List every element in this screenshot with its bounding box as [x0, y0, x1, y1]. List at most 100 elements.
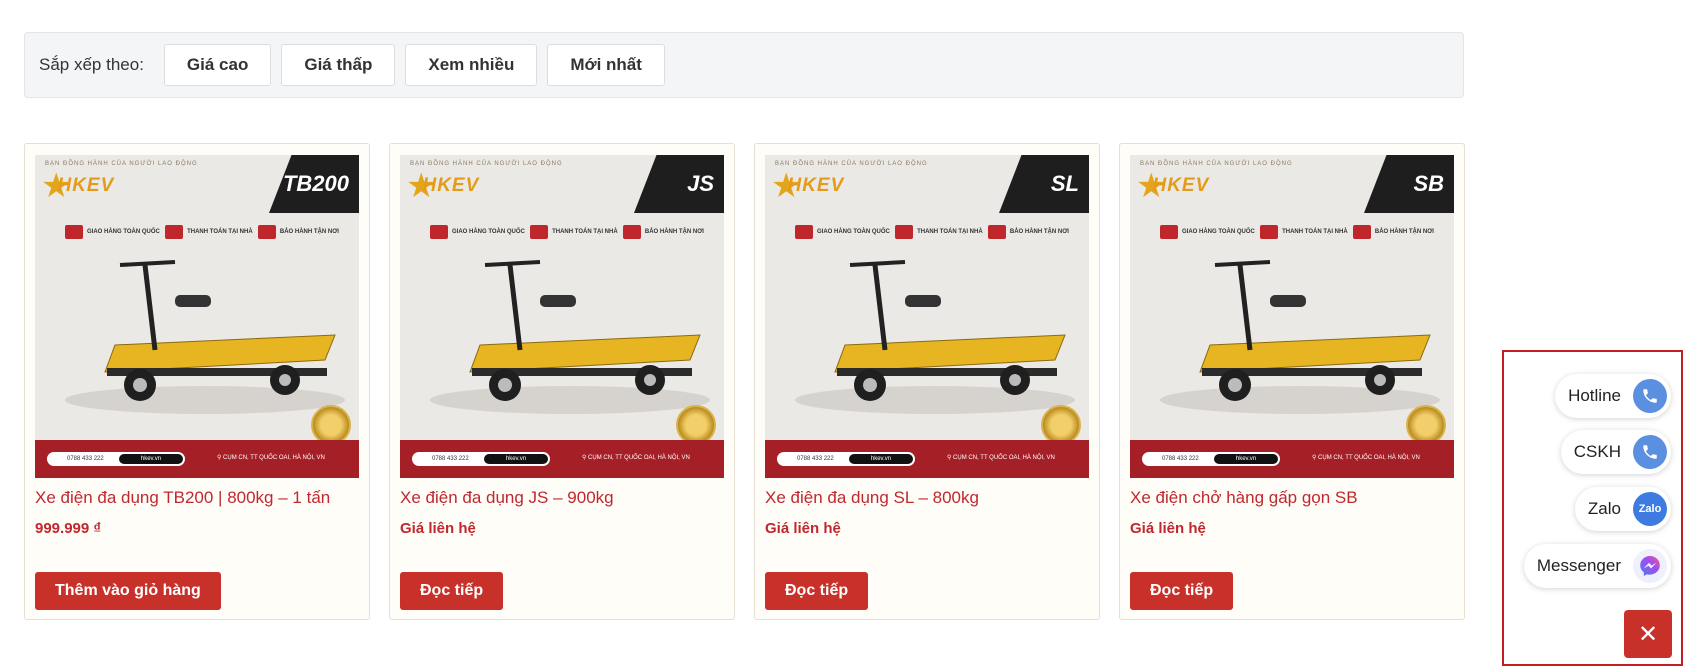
benefit-text: THANH TOÁN TẠI NHÀ — [1282, 229, 1348, 235]
close-contact-button[interactable]: ✕ — [1624, 610, 1672, 658]
steering-column — [142, 264, 158, 351]
sort-most-viewed-button[interactable]: Xem nhiều — [405, 44, 538, 86]
benefit-text: BẢO HÀNH TẬN NƠI — [1009, 229, 1069, 235]
model-badge: SB — [1364, 155, 1454, 213]
benefit-row: GIAO HÀNG TOÀN QUỐC THANH TOÁN TẠI NHÀ BẢO… — [795, 219, 1069, 245]
sort-bar: Sắp xếp theo: Giá cao Giá thấp Xem nhiều… — [24, 32, 1464, 98]
product-title[interactable]: Xe điện chở hàng gấp gọn SB — [1130, 488, 1358, 508]
website-text: hkev.vn — [119, 454, 183, 464]
product-title[interactable]: Xe điện đa dụng TB200 | 800kg – 1 tấn — [35, 488, 330, 508]
benefit-item: THANH TOÁN TẠI NHÀ — [895, 219, 983, 245]
steering-column — [872, 264, 888, 351]
cargo-deck — [469, 334, 701, 373]
benefit-text: THANH TOÁN TẠI NHÀ — [917, 229, 983, 235]
contact-messenger[interactable]: Messenger — [1523, 544, 1671, 588]
benefit-item: GIAO HÀNG TOÀN QUỐC — [430, 219, 525, 245]
benefit-item: GIAO HÀNG TOÀN QUỐC — [65, 219, 160, 245]
product-price: Giá liên hệ — [1130, 520, 1206, 537]
add-to-cart-button[interactable]: Thêm vào giỏ hàng — [35, 572, 221, 610]
phone-pill: 0788 433 222 hkev.vn — [412, 452, 550, 466]
benefit-icon — [795, 225, 813, 239]
quality-seal — [1406, 405, 1446, 445]
sort-price-high-button[interactable]: Giá cao — [163, 44, 272, 86]
front-hub — [1228, 378, 1242, 392]
benefit-text: BẢO HÀNH TẬN NƠI — [279, 229, 339, 235]
seat — [175, 295, 211, 307]
vehicle-illustration — [400, 250, 724, 420]
product-card: BẠN ĐỒNG HÀNH CỦA NGƯỜI LAO ĐỘNG ★ HKEV TB2… — [24, 143, 370, 620]
contact-label: CSKH — [1573, 442, 1621, 461]
cargo-deck — [104, 334, 336, 373]
phone-icon — [1633, 435, 1667, 469]
product-price: 999.999 ₫ — [35, 520, 102, 537]
vehicle-illustration — [35, 250, 359, 420]
handlebar — [849, 260, 906, 267]
messenger-icon — [1633, 549, 1667, 583]
close-icon: ✕ — [1637, 620, 1659, 648]
website-text: hkev.vn — [1214, 454, 1278, 464]
read-more-button[interactable]: Đọc tiếp — [765, 572, 869, 610]
seat — [540, 295, 576, 307]
handlebar — [484, 260, 541, 267]
product-card: BẠN ĐỒNG HÀNH CỦA NGƯỜI LAO ĐỘNG ★ HKEV JS G… — [389, 143, 735, 620]
contact-cskh[interactable]: CSKH — [1560, 430, 1671, 474]
product-image[interactable]: BẠN ĐỒNG HÀNH CỦA NGƯỜI LAO ĐỘNG ★ HKEV JS G… — [400, 155, 724, 478]
benefit-icon — [1160, 225, 1178, 239]
benefit-text: GIAO HÀNG TOÀN QUỐC — [1182, 229, 1255, 235]
handlebar — [1214, 260, 1271, 267]
contact-hotline[interactable]: Hotline — [1555, 374, 1671, 418]
benefit-row: GIAO HÀNG TOÀN QUỐC THANH TOÁN TẠI NHÀ BẢO… — [430, 219, 704, 245]
read-more-button[interactable]: Đọc tiếp — [400, 572, 504, 610]
benefit-icon — [165, 225, 184, 239]
benefit-text: THANH TOÁN TẠI NHÀ — [552, 229, 618, 235]
product-grid: BẠN ĐỒNG HÀNH CỦA NGƯỜI LAO ĐỘNG ★ HKEV TB2… — [24, 143, 1465, 620]
product-title[interactable]: Xe điện đa dụng JS – 900kg — [400, 488, 614, 508]
benefit-text: GIAO HÀNG TOÀN QUỐC — [817, 229, 890, 235]
product-image[interactable]: BẠN ĐỒNG HÀNH CỦA NGƯỜI LAO ĐỘNG ★ HKEV SL G… — [765, 155, 1089, 478]
model-badge: SL — [999, 155, 1089, 213]
vehicle-drawing — [1160, 260, 1440, 414]
benefit-icon — [65, 225, 83, 239]
rear-hub — [1374, 374, 1386, 386]
handlebar — [119, 260, 176, 267]
cargo-deck — [1199, 334, 1431, 373]
address-text: ⚲ CỤM CN, TT QUỐC OAI, HÀ NỘI, VN — [947, 455, 1055, 461]
seat — [1270, 295, 1306, 307]
front-hub — [498, 378, 512, 392]
contact-label: Zalo — [1587, 499, 1621, 518]
phone-pill: 0788 433 222 hkev.vn — [777, 452, 915, 466]
sort-newest-button[interactable]: Mới nhất — [547, 44, 665, 86]
benefit-icon — [530, 225, 549, 239]
benefit-text: BẢO HÀNH TẬN NƠI — [644, 229, 704, 235]
product-image[interactable]: BẠN ĐỒNG HÀNH CỦA NGƯỜI LAO ĐỘNG ★ HKEV TB2… — [35, 155, 359, 478]
benefit-text: GIAO HÀNG TOÀN QUỐC — [87, 229, 160, 235]
benefit-item: THANH TOÁN TẠI NHÀ — [1260, 219, 1348, 245]
benefit-text: BẢO HÀNH TẬN NƠI — [1374, 229, 1434, 235]
sort-price-low-button[interactable]: Giá thấp — [281, 44, 396, 86]
banner-footer: 0788 433 222 hkev.vn ⚲ CỤM CN, TT QUỐC OAI… — [400, 440, 724, 478]
read-more-button[interactable]: Đọc tiếp — [1130, 572, 1234, 610]
contact-zalo[interactable]: Zalo Zalo — [1574, 487, 1671, 531]
phone-number: 0788 433 222 — [797, 456, 834, 462]
contact-widget: Hotline CSKH Zalo Zalo Messenger ✕ — [1502, 350, 1683, 666]
website-text: hkev.vn — [849, 454, 913, 464]
contact-label: Messenger — [1536, 556, 1621, 575]
benefit-item: THANH TOÁN TẠI NHÀ — [530, 219, 618, 245]
benefit-icon — [1260, 225, 1279, 239]
phone-pill: 0788 433 222 hkev.vn — [1142, 452, 1280, 466]
brand-logo: ★ HKEV — [41, 169, 114, 203]
product-price: Giá liên hệ — [400, 520, 476, 537]
vehicle-drawing — [430, 260, 710, 414]
vehicle-drawing — [795, 260, 1075, 414]
ground-shadow — [795, 386, 1075, 414]
vehicle-illustration — [765, 250, 1089, 420]
brand-name: HKEV — [1152, 175, 1210, 196]
benefit-text: GIAO HÀNG TOÀN QUỐC — [452, 229, 525, 235]
product-image[interactable]: BẠN ĐỒNG HÀNH CỦA NGƯỜI LAO ĐỘNG ★ HKEV SB G… — [1130, 155, 1454, 478]
front-hub — [133, 378, 147, 392]
quality-seal — [676, 405, 716, 445]
benefit-item: THANH TOÁN TẠI NHÀ — [165, 219, 253, 245]
product-title[interactable]: Xe điện đa dụng SL – 800kg — [765, 488, 979, 508]
address-text: ⚲ CỤM CN, TT QUỐC OAI, HÀ NỘI, VN — [217, 455, 325, 461]
benefit-icon — [895, 225, 914, 239]
